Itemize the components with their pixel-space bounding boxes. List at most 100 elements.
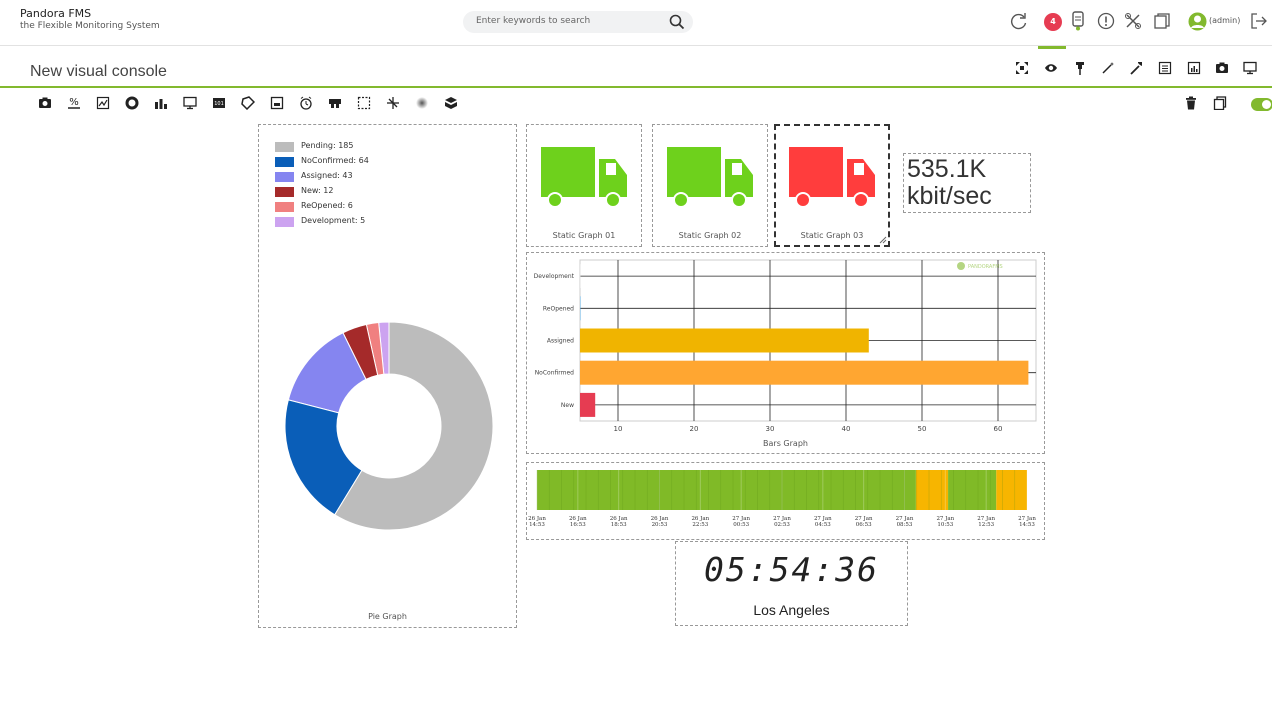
avatar[interactable]: [1188, 12, 1207, 35]
copy-window-icon[interactable]: [1153, 12, 1171, 34]
module-timeline-chart: 26 Jan14:5326 Jan16:5326 Jan18:5326 Jan2…: [528, 470, 1036, 528]
wand-icon[interactable]: [1101, 60, 1115, 79]
module-graph-icon[interactable]: [96, 95, 110, 114]
legend-swatch: [275, 142, 294, 152]
logout-icon[interactable]: [1250, 12, 1268, 34]
legend-label: New: 12: [301, 186, 334, 195]
time-tick-time: 14:53: [1019, 522, 1035, 528]
console-header: New visual console: [0, 46, 1272, 88]
status-segment: [537, 470, 916, 510]
watermark-text: PANDORAFMS: [968, 264, 1003, 270]
legend-swatch: [275, 157, 294, 167]
wrench-icon[interactable]: [1129, 60, 1143, 79]
static-graph-01[interactable]: Static Graph 01: [526, 124, 642, 247]
truck-icon: [789, 147, 875, 208]
time-tick-time: 22:53: [692, 522, 708, 528]
legend-label: ReOpened: 6: [301, 201, 353, 210]
time-tick-time: 10:53: [937, 522, 953, 528]
bar: [580, 392, 596, 417]
bar: [580, 328, 869, 353]
x-tick-label: 60: [994, 425, 1003, 433]
time-tick-time: 04:53: [815, 522, 831, 528]
bar-graph-icon[interactable]: [154, 95, 168, 114]
donut-chart: [284, 321, 494, 531]
box-icon[interactable]: [357, 95, 371, 114]
clock-icon[interactable]: [299, 95, 313, 114]
line-icon[interactable]: [386, 95, 400, 114]
time-tick-time: 14:53: [529, 522, 545, 528]
legend-label: Pending: 185: [301, 141, 354, 150]
notifications-badge[interactable]: 4: [1044, 13, 1062, 31]
digital-value-item[interactable]: 535.1K kbit/sec: [903, 153, 1031, 213]
toggle-switch[interactable]: [1251, 96, 1272, 115]
net-graph-icon[interactable]: [183, 95, 197, 114]
x-tick-label: 40: [842, 425, 851, 433]
y-tick-label: Assigned: [547, 338, 574, 345]
user-label[interactable]: (admin): [1209, 16, 1240, 25]
static-graph-03[interactable]: Static Graph 03: [774, 124, 890, 247]
bars-graph-label: Bars Graph: [763, 439, 808, 448]
pie-graph-item[interactable]: Pending: 185 NoConfirmed: 64 Assigned: 4…: [258, 124, 517, 628]
bar: [580, 360, 1029, 385]
legend-swatch: [275, 202, 294, 212]
module-graph-item[interactable]: 26 Jan 14:53 26 Jan 16:53 26 Jan 18:53 26 Jan 2…: [526, 462, 1045, 540]
search-placeholder: Enter keywords to search: [476, 16, 591, 26]
digital-value-icon[interactable]: 101: [212, 95, 226, 114]
static-graph-02[interactable]: Static Graph 02: [652, 124, 768, 247]
app-title: Pandora FMS: [20, 7, 92, 20]
fullscreen-icon[interactable]: [1015, 60, 1029, 79]
search-icon[interactable]: [669, 14, 685, 34]
value-unit: kbit/sec: [907, 182, 992, 210]
icon-element-icon[interactable]: [270, 95, 284, 114]
time-tick-time: 12:53: [978, 522, 994, 528]
status-segment: [996, 470, 1027, 510]
search-input[interactable]: Enter keywords to search: [463, 11, 693, 33]
x-tick-label: 10: [614, 425, 623, 433]
refresh-icon[interactable]: [1010, 12, 1028, 34]
donut-icon[interactable]: [125, 95, 139, 114]
server-icon[interactable]: [1071, 11, 1085, 35]
brand[interactable]: Pandora FMS the Flexible Monitoring Syst…: [20, 8, 160, 32]
legend-swatch: [275, 217, 294, 227]
service-icon[interactable]: [444, 95, 458, 114]
status-segment: [915, 470, 949, 510]
copy-icon[interactable]: [1213, 95, 1227, 114]
x-tick-label: 30: [766, 425, 775, 433]
bars-graph-item[interactable]: 10 20 30 40 50 60 Development ReOpened Assigned N…: [526, 252, 1045, 454]
percentile-icon[interactable]: %: [67, 95, 81, 114]
time-tick-time: 16:53: [570, 522, 586, 528]
y-tick-label: ReOpened: [543, 305, 574, 312]
time-tick-time: 08:53: [897, 522, 913, 528]
label-icon[interactable]: [241, 95, 256, 114]
monitor-icon[interactable]: [1243, 60, 1257, 79]
legend-label: Development: 5: [301, 216, 366, 225]
static-graph-label: Static Graph 01: [552, 231, 616, 240]
camera-icon[interactable]: [1215, 60, 1229, 79]
bar: [580, 296, 581, 321]
clock-item[interactable]: 05:54:36 Los Angeles: [675, 541, 908, 626]
app-subtitle: the Flexible Monitoring System: [20, 21, 160, 31]
tools-icon[interactable]: [1124, 12, 1142, 34]
clock-time: 05:54:36: [704, 550, 879, 589]
legend-swatch: [275, 172, 294, 182]
resize-handle-icon[interactable]: [879, 236, 887, 244]
color-cloud-icon[interactable]: [415, 95, 429, 114]
x-tick-label: 50: [918, 425, 927, 433]
time-tick-time: 06:53: [856, 522, 872, 528]
pin-icon[interactable]: [1073, 60, 1087, 79]
svg-text:%: %: [69, 97, 79, 108]
value-number: 535.1K: [907, 155, 987, 183]
list-icon[interactable]: [1158, 60, 1172, 79]
alert-icon[interactable]: [1097, 12, 1115, 34]
page-title: New visual console: [30, 63, 167, 80]
eye-icon[interactable]: [1044, 60, 1058, 79]
time-tick-time: 02:53: [774, 522, 790, 528]
group-icon[interactable]: [328, 95, 342, 114]
static-graph-label: Static Graph 03: [800, 231, 864, 240]
svg-text:101: 101: [214, 101, 224, 107]
chart-icon[interactable]: [1187, 60, 1201, 79]
static-image-icon[interactable]: [38, 95, 52, 114]
bar: [580, 264, 581, 289]
truck-icon: [667, 147, 753, 208]
trash-icon[interactable]: [1184, 95, 1198, 114]
